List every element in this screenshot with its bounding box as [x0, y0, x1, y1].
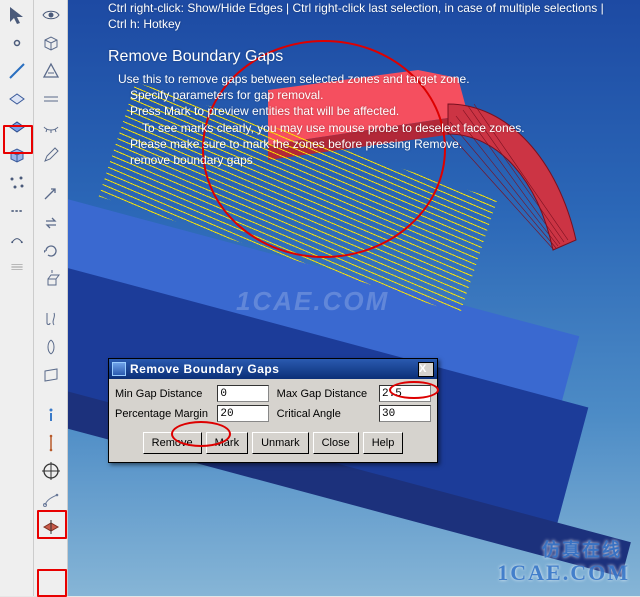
- label-pct-margin: Percentage Margin: [115, 408, 217, 420]
- tool-target[interactable]: [37, 458, 65, 484]
- tool-rotate[interactable]: [37, 238, 65, 264]
- tool-swap[interactable]: [37, 210, 65, 236]
- tool-triangle[interactable]: [37, 58, 65, 84]
- help-line: To see marks clearly, you may use mouse …: [142, 120, 608, 136]
- label-max-gap: Max Gap Distance: [277, 388, 379, 400]
- toolbar-column-2: [34, 0, 68, 596]
- close-dialog-button[interactable]: Close: [313, 432, 359, 454]
- tool-trim[interactable]: [37, 306, 65, 332]
- tool-vertex[interactable]: [3, 30, 31, 56]
- tool-view-eye[interactable]: [37, 2, 65, 28]
- tool-pencil[interactable]: [37, 142, 65, 168]
- help-line: Press Mark to preview entities that will…: [130, 103, 608, 119]
- viewport-3d[interactable]: Ctrl right-click: Show/Hide Edges | Ctrl…: [68, 0, 640, 596]
- dialog-title-text: Remove Boundary Gaps: [130, 362, 418, 376]
- tool-project[interactable]: [37, 334, 65, 360]
- input-crit-angle[interactable]: [379, 405, 431, 422]
- close-icon: X: [419, 363, 433, 375]
- tool-op3[interactable]: [3, 254, 31, 280]
- unmark-button[interactable]: Unmark: [252, 432, 309, 454]
- tool-face[interactable]: [3, 86, 31, 112]
- tool-edge[interactable]: [3, 58, 31, 84]
- dialog-body: Min Gap Distance Max Gap Distance Percen…: [109, 379, 437, 462]
- tool-sweep[interactable]: [37, 362, 65, 388]
- tool-nodes[interactable]: [3, 170, 31, 196]
- help-title: Remove Boundary Gaps: [108, 46, 608, 68]
- dialog-icon: [112, 362, 126, 376]
- help-line: Specify parameters for gap removal.: [130, 87, 608, 103]
- tool-cursor[interactable]: [3, 2, 31, 28]
- dialog-titlebar[interactable]: Remove Boundary Gaps X: [109, 359, 437, 379]
- help-line: Use this to remove gaps between selected…: [118, 71, 608, 87]
- tool-probe[interactable]: [37, 486, 65, 512]
- input-min-gap[interactable]: [217, 385, 269, 402]
- help-overlay: Ctrl right-click: Show/Hide Edges | Ctrl…: [108, 0, 608, 168]
- dialog-remove-boundary-gaps: Remove Boundary Gaps X Min Gap Distance …: [108, 358, 438, 463]
- tool-axis[interactable]: [37, 430, 65, 456]
- input-max-gap[interactable]: [379, 385, 431, 402]
- tool-op1[interactable]: [3, 198, 31, 224]
- tool-zone[interactable]: [3, 114, 31, 140]
- mark-button[interactable]: Mark: [206, 432, 248, 454]
- hotkey-hint: Ctrl right-click: Show/Hide Edges | Ctrl…: [108, 0, 608, 32]
- tool-lines[interactable]: [37, 86, 65, 112]
- label-crit-angle: Critical Angle: [277, 408, 379, 420]
- tool-body[interactable]: [3, 142, 31, 168]
- tool-cube-wire[interactable]: [37, 30, 65, 56]
- remove-button[interactable]: Remove: [143, 432, 202, 454]
- input-pct-margin[interactable]: [217, 405, 269, 422]
- label-min-gap: Min Gap Distance: [115, 388, 217, 400]
- help-line: remove boundary gaps: [130, 152, 608, 168]
- toolbar-column-1: [0, 0, 34, 596]
- close-button[interactable]: X: [418, 362, 434, 377]
- help-button[interactable]: Help: [363, 432, 404, 454]
- tool-slice[interactable]: [37, 514, 65, 540]
- tool-info[interactable]: [37, 402, 65, 428]
- tool-lashes[interactable]: [37, 114, 65, 140]
- tool-move-arrow[interactable]: [37, 182, 65, 208]
- tool-extrude[interactable]: [37, 266, 65, 292]
- help-line: Please make sure to mark the zones befor…: [130, 136, 608, 152]
- tool-op2[interactable]: [3, 226, 31, 252]
